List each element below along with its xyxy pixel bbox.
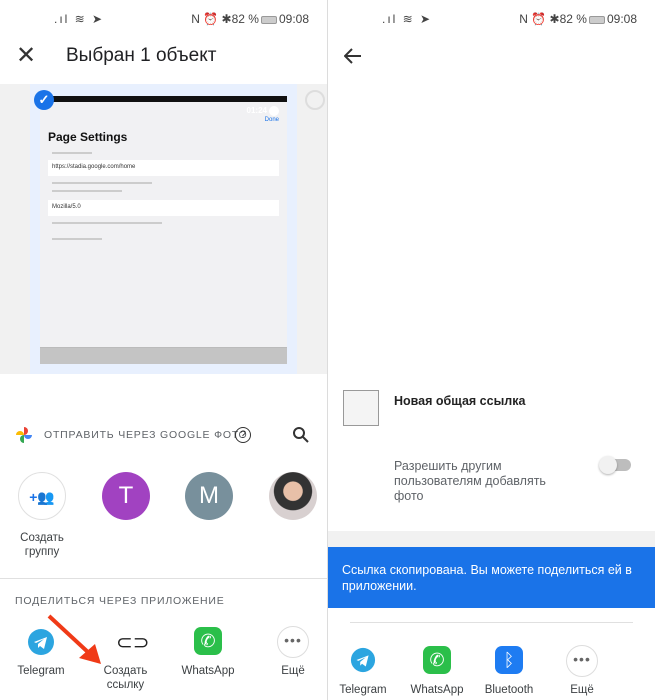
link-icon: ⊂⊃ (116, 632, 150, 654)
preview-heading: Page Settings (48, 130, 128, 144)
battery-percent: 82 % (559, 12, 587, 26)
red-arrow-annotation (47, 614, 101, 664)
create-group-button[interactable]: +👥 (18, 472, 66, 520)
close-button[interactable]: ✕ (16, 44, 36, 68)
app-label: Ещё (281, 665, 305, 677)
clock: 09:08 (278, 12, 309, 26)
battery-percent: 82 % (231, 12, 259, 26)
more-icon: ••• (277, 626, 309, 658)
status-icons: N ⏰ ✱ (191, 12, 232, 26)
preview-done: Done (264, 117, 279, 123)
snackbar-link-copied: Ссылка скопирована. Вы можете поделиться… (328, 547, 655, 608)
preview-time: 01:24 (246, 106, 267, 115)
allow-add-photos-label: Разрешить другим пользователям добавлять… (394, 459, 546, 503)
status-icons: N ⏰ ✱ (519, 12, 560, 26)
app-label: Telegram (339, 684, 387, 696)
allow-add-photos-toggle[interactable] (599, 456, 631, 474)
link-thumbnail (343, 390, 379, 426)
back-arrow-icon[interactable] (344, 48, 362, 64)
battery-icon (260, 15, 277, 24)
link-title: Новая общая ссылка (394, 394, 526, 408)
clock: 09:08 (606, 12, 637, 26)
create-group-label: Создать группу (20, 532, 64, 558)
status-bar: .ıl ≋ ➤ N ⏰ ✱82 % 09:08 (328, 0, 655, 38)
whatsapp-icon: ✆ (423, 646, 451, 674)
battery-icon (588, 15, 605, 24)
check-icon[interactable]: ✓ (34, 90, 54, 110)
contact-avatar-photo[interactable] (269, 472, 317, 520)
app-label: WhatsApp (181, 665, 235, 677)
app-label: Bluetooth (484, 684, 534, 696)
contact-avatar[interactable]: T (102, 472, 150, 520)
search-icon[interactable] (292, 426, 310, 444)
photo-thumbnail: 01:24 Done Page Settings https://stadia.… (40, 96, 287, 364)
share-section-label: ПОДЕЛИТЬСЯ ЧЕРЕЗ ПРИЛОЖЕНИЕ (15, 595, 225, 607)
more-icon: ••• (566, 645, 598, 677)
unselected-circle-icon[interactable] (305, 90, 325, 110)
preview-useragent: Mozilla/5.0 (48, 200, 279, 216)
app-label: Ещё (570, 684, 594, 696)
google-photos-icon (16, 427, 32, 443)
telegram-icon (350, 647, 376, 673)
status-bar: .ıl ≋ ➤ N ⏰ ✱82 % 09:08 (0, 0, 327, 38)
left-screen: .ıl ≋ ➤ N ⏰ ✱82 % 09:08 ✕ Выбран 1 объект… (0, 0, 327, 700)
whatsapp-icon: ✆ (194, 627, 222, 655)
contact-avatar[interactable]: M (185, 472, 233, 520)
google-photos-label: ОТПРАВИТЬ ЧЕРЕЗ GOOGLE ФОТО (44, 429, 248, 441)
bluetooth-icon: ᛒ (495, 646, 523, 674)
preview-url: https://stadia.google.com/home (48, 160, 279, 176)
page-title: Выбран 1 объект (66, 45, 217, 66)
app-label: WhatsApp (410, 684, 464, 696)
signal-wifi-icons: .ıl ≋ ➤ (382, 12, 433, 26)
help-icon[interactable]: ? (235, 427, 251, 443)
signal-wifi-icons: .ıl ≋ ➤ (54, 12, 105, 26)
app-label: Создать ссылку (103, 665, 148, 691)
right-screen: .ıl ≋ ➤ N ⏰ ✱82 % 09:08 Новая общая ссылк… (328, 0, 655, 700)
